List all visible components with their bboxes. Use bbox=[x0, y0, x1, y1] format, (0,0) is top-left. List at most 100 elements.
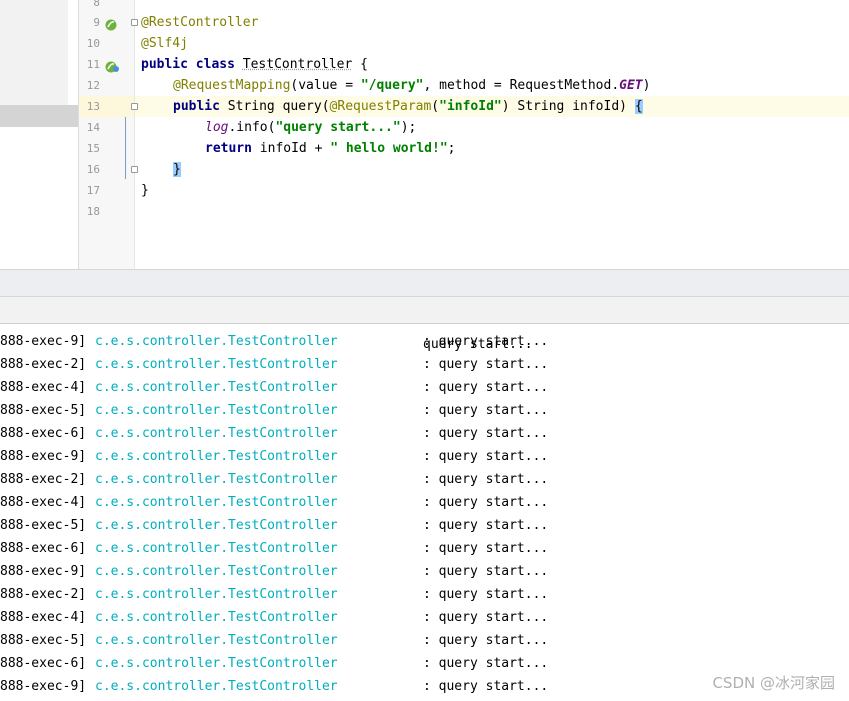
log-separator: : bbox=[423, 380, 431, 395]
code-text: { bbox=[352, 57, 368, 72]
line-number: 10 bbox=[86, 37, 100, 50]
code-line-10: @Slf4j bbox=[141, 33, 188, 54]
thread-name: 888-exec-9] bbox=[0, 449, 87, 464]
log-message-text: query start... bbox=[438, 357, 549, 372]
line-number: 12 bbox=[86, 79, 100, 92]
log-message: : query start... bbox=[423, 468, 548, 491]
keyword: return bbox=[205, 141, 252, 156]
logger-name[interactable]: c.e.s.controller.TestController bbox=[95, 652, 338, 675]
indent-guide bbox=[125, 117, 126, 179]
log-message-text: query start... bbox=[438, 633, 549, 648]
thread-name: 888-exec-6] bbox=[0, 426, 87, 441]
code-line-15: return infoId + " hello world!"; bbox=[205, 138, 455, 159]
matched-brace: } bbox=[173, 162, 181, 177]
thread-name: 888-exec-6] bbox=[0, 541, 87, 556]
log-message: : query start... bbox=[423, 675, 548, 698]
logger-name[interactable]: c.e.s.controller.TestController bbox=[95, 468, 338, 491]
code-line-14: log.info("query start..."); bbox=[205, 117, 416, 138]
thread-name: 888-exec-2] bbox=[0, 472, 87, 487]
line-number: 13 bbox=[86, 100, 100, 113]
log-separator: : bbox=[423, 334, 431, 349]
thread-name: 888-exec-4] bbox=[0, 495, 87, 510]
line-number: 14 bbox=[86, 121, 100, 134]
logger-name[interactable]: c.e.s.controller.TestController bbox=[95, 445, 338, 468]
log-variable: log bbox=[205, 120, 229, 135]
code-text: (value = bbox=[290, 78, 361, 93]
log-message-text: query start... bbox=[438, 656, 549, 671]
spring-bean-icon[interactable] bbox=[105, 16, 117, 31]
log-separator: : bbox=[423, 449, 431, 464]
log-message: : query start... bbox=[423, 583, 548, 606]
logger-name[interactable]: c.e.s.controller.TestController bbox=[95, 399, 338, 422]
thread-name: 888-exec-4] bbox=[0, 380, 87, 395]
logger-name[interactable]: c.e.s.controller.TestController bbox=[95, 422, 338, 445]
line-number: 18 bbox=[86, 205, 100, 218]
code-text: ; bbox=[447, 141, 456, 156]
code-line-17: } bbox=[141, 180, 149, 201]
enum-field: GET bbox=[619, 78, 643, 93]
fold-marker-icon[interactable] bbox=[131, 19, 138, 26]
fold-marker-icon[interactable] bbox=[131, 166, 138, 173]
thread-name: 888-exec-2] bbox=[0, 587, 87, 602]
log-message-text: query start... bbox=[438, 495, 549, 510]
fold-marker-icon[interactable] bbox=[131, 103, 138, 110]
run-console-toolbar bbox=[0, 296, 849, 324]
string-literal: "/query" bbox=[360, 78, 424, 93]
log-message: : query start... bbox=[423, 629, 548, 652]
log-separator: : bbox=[423, 518, 431, 533]
run-console[interactable]: query start... 888-exec-9] c.e.s.controll… bbox=[0, 324, 849, 701]
annotation: @Slf4j bbox=[141, 36, 188, 51]
log-message-text: query start... bbox=[438, 541, 549, 556]
log-separator: : bbox=[423, 679, 431, 694]
log-message-text: query start... bbox=[438, 587, 549, 602]
thread-name: 888-exec-9] bbox=[0, 564, 87, 579]
logger-name[interactable]: c.e.s.controller.TestController bbox=[95, 629, 338, 652]
code-line-16: } bbox=[173, 159, 181, 180]
log-message: : query start... bbox=[423, 606, 548, 629]
log-message: : query start... bbox=[423, 491, 548, 514]
code-text: ); bbox=[400, 120, 417, 135]
code-line-11: public class TestController { bbox=[141, 54, 368, 75]
log-message-text: query start... bbox=[438, 610, 549, 625]
logger-name[interactable]: c.e.s.controller.TestController bbox=[95, 675, 338, 698]
log-separator: : bbox=[423, 564, 431, 579]
code-text: String query( bbox=[219, 99, 330, 114]
logger-name[interactable]: c.e.s.controller.TestController bbox=[95, 353, 338, 376]
line-number: 9 bbox=[93, 16, 100, 29]
log-message-text: query start... bbox=[438, 449, 549, 464]
code-text: infoId + bbox=[251, 141, 331, 156]
spring-web-icon[interactable] bbox=[105, 58, 119, 73]
logger-name[interactable]: c.e.s.controller.TestController bbox=[95, 376, 338, 399]
code-line-9: @RestController bbox=[141, 12, 258, 33]
log-message: : query start... bbox=[423, 560, 548, 583]
line-number: 15 bbox=[86, 142, 100, 155]
logger-name[interactable]: c.e.s.controller.TestController bbox=[95, 560, 338, 583]
log-separator: : bbox=[423, 541, 431, 556]
logger-name[interactable]: c.e.s.controller.TestController bbox=[95, 606, 338, 629]
thread-name: 888-exec-9] bbox=[0, 334, 87, 349]
log-separator: : bbox=[423, 633, 431, 648]
code-line-12: @RequestMapping(value = "/query", method… bbox=[173, 75, 650, 96]
log-separator: : bbox=[423, 587, 431, 602]
code-line-13: public String query(@RequestParam("infoI… bbox=[173, 96, 643, 117]
code-editor[interactable]: 8 9 10 11 12 13 14 15 16 17 18 @RestCont… bbox=[0, 0, 849, 269]
string-literal: " hello world!" bbox=[330, 141, 448, 156]
thread-name: 888-exec-2] bbox=[0, 357, 87, 372]
logger-name[interactable]: c.e.s.controller.TestController bbox=[95, 583, 338, 606]
log-separator: : bbox=[423, 472, 431, 487]
logger-name[interactable]: c.e.s.controller.TestController bbox=[95, 514, 338, 537]
logger-name[interactable]: c.e.s.controller.TestController bbox=[95, 330, 338, 353]
log-message-text: query start... bbox=[438, 334, 549, 349]
project-panel-selection bbox=[0, 105, 78, 127]
thread-name: 888-exec-5] bbox=[0, 403, 87, 418]
logger-name[interactable]: c.e.s.controller.TestController bbox=[95, 491, 338, 514]
annotation: @RequestParam bbox=[329, 99, 432, 114]
string-literal: "query start..." bbox=[275, 120, 401, 135]
thread-name: 888-exec-4] bbox=[0, 610, 87, 625]
log-message: : query start... bbox=[423, 445, 548, 468]
log-message-text: query start... bbox=[438, 403, 549, 418]
logger-name[interactable]: c.e.s.controller.TestController bbox=[95, 537, 338, 560]
log-message: : query start... bbox=[423, 399, 548, 422]
panel-splitter[interactable] bbox=[0, 269, 849, 296]
thread-name: 888-exec-9] bbox=[0, 679, 87, 694]
